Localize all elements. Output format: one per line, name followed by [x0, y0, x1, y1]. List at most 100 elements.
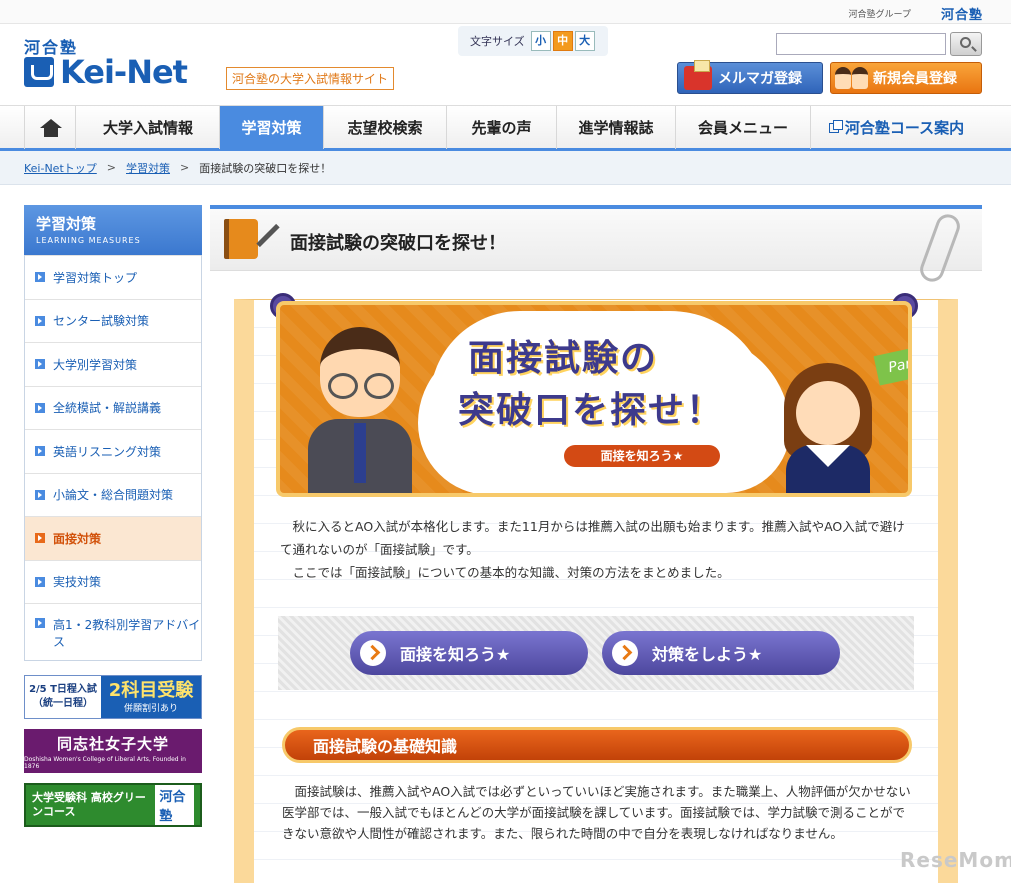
font-size-switcher: 文字サイズ 小 中 大	[458, 26, 608, 56]
watermark: ReseMom	[900, 848, 1011, 872]
arrow-right-icon	[35, 576, 45, 587]
breadcrumb-separator: >	[106, 161, 116, 174]
main-header: 面接試験の突破口を探せ！	[210, 209, 982, 285]
arrow-right-icon	[35, 533, 45, 544]
sidebar-title: 学習対策	[36, 215, 97, 233]
sidebar-item-study-top[interactable]: 学習対策トップ	[25, 255, 201, 299]
breadcrumb-current: 面接試験の突破口を探せ！	[199, 161, 332, 175]
arrow-right-icon	[35, 359, 45, 370]
banner-1-left: 2/5 T日程入試（統一日程）	[29, 684, 97, 709]
nav-item-magazine[interactable]: 進学情報誌	[557, 106, 676, 149]
banner-doshisha[interactable]: 同志社女子大学 Doshisha Women's College of Libe…	[24, 729, 202, 773]
group-label: 河合塾グループ	[848, 10, 911, 20]
banner-1-big: 2科目受験	[108, 679, 194, 701]
font-size-label: 文字サイズ	[470, 35, 525, 48]
banner-3-text: 大学受験科 高校グリーンコース	[32, 791, 146, 818]
breadcrumb-link-top[interactable]: Kei-Netトップ	[24, 160, 97, 176]
arrow-right-icon	[35, 446, 45, 457]
search-input[interactable]	[776, 33, 946, 55]
know-interview-label: 面接を知ろう★	[400, 645, 511, 664]
hero-title-line2: 突破口を探せ！	[458, 390, 725, 431]
know-interview-button[interactable]: 面接を知ろう★	[350, 631, 588, 675]
register-label: 新規会員登録	[873, 71, 957, 87]
banner-1-small: 併願割引あり	[123, 703, 178, 714]
mailbox-icon	[684, 60, 712, 90]
global-nav: 大学入試情報 学習対策 志望校検索 先輩の声 進学情報誌 会員メニュー 河合塾コ…	[0, 105, 1011, 151]
search-button[interactable]	[950, 32, 982, 56]
sidebar-item-essay[interactable]: 小論文・総合問題対策	[25, 472, 201, 516]
intro-text: 秋に入るとAO入試が本格化します。また11月からは推薦入試の出願も始まります。推…	[280, 515, 912, 584]
arrow-right-icon	[35, 618, 45, 628]
section-body: 面接試験は、推薦入試やAO入試では必ずといっていいほど実施されます。また職業上、…	[282, 784, 911, 841]
sidebar-item-subject-advice[interactable]: 高1・2教科別学習アドバイス	[25, 603, 201, 660]
sidebar-item-listening[interactable]: 英語リスニング対策	[25, 429, 201, 473]
main-content: 面接試験の突破口を探せ！ 面接試験の 突破口を探せ！ 面接を知ろう★ Part …	[210, 205, 982, 883]
breadcrumb-link-study[interactable]: 学習対策	[126, 160, 170, 176]
banner-2-sub: Doshisha Women's College of Liberal Arts…	[24, 755, 186, 770]
sidebar-item-mock-exam[interactable]: 全統模試・解説講義	[25, 385, 201, 429]
section-heading: 面接試験の基礎知識	[282, 727, 912, 763]
site-logo[interactable]: Kei-Net	[24, 52, 188, 92]
group-logo[interactable]: 河合塾	[941, 4, 983, 23]
hero-title-line1: 面接試験の	[468, 338, 659, 379]
sidebar-item-label: 面接対策	[53, 531, 102, 546]
sidebar-item-label: センター試験対策	[53, 314, 150, 329]
prepare-button[interactable]: 対策をしよう★	[602, 631, 840, 675]
sidebar-item-label: 小論文・総合問題対策	[53, 488, 174, 503]
banner-2-name: 同志社女子大学	[56, 734, 169, 753]
nav-item-senior-voices[interactable]: 先輩の声	[447, 106, 557, 149]
sidebar-item-label: 高1・2教科別学習アドバイス	[53, 618, 201, 649]
nav-item-member-menu[interactable]: 会員メニュー	[676, 106, 811, 149]
banner-3-logo: 河合塾	[155, 785, 194, 825]
sidebar-item-practical[interactable]: 実技対策	[25, 559, 201, 603]
sidebar-subtitle: LEARNING MEASURES	[36, 236, 141, 245]
site-tagline: 河合塾の大学入試情報サイト	[226, 67, 395, 90]
banner-green-course[interactable]: 大学受験科 高校グリーンコース 河合塾	[24, 783, 202, 827]
arrow-right-icon	[35, 489, 45, 500]
register-button[interactable]: 新規会員登録	[830, 62, 982, 94]
page-title: 面接試験の突破口を探せ！	[290, 233, 506, 254]
sidebar-item-label: 全統模試・解説講義	[53, 401, 162, 416]
sidebar-item-label: 学習対策トップ	[53, 270, 138, 285]
arrow-right-icon	[35, 272, 45, 283]
paperclip-icon	[916, 211, 964, 285]
sidebar-item-label: 実技対策	[53, 575, 102, 590]
external-link-icon	[828, 119, 843, 133]
book-logo-icon	[24, 57, 54, 87]
breadcrumb-separator: >	[180, 161, 190, 174]
font-size-large-button[interactable]: 大	[574, 31, 595, 51]
sidebar-item-university[interactable]: 大学別学習対策	[25, 342, 201, 386]
arrow-right-icon	[35, 402, 45, 413]
sidebar-header: 学習対策 LEARNING MEASURES	[24, 205, 202, 255]
arrow-right-icon	[612, 640, 638, 666]
course-guide-label: 河合塾コース案内	[844, 119, 965, 137]
nav-home[interactable]	[24, 106, 76, 149]
teacher-illustration	[308, 327, 414, 493]
intro-paragraph-2: ここでは「面接試験」についての基本的な知識、対策の方法をまとめました。	[292, 565, 730, 580]
student-illustration	[780, 363, 876, 493]
section-buttons: 面接を知ろう★ 対策をしよう★	[278, 616, 914, 690]
nav-item-admissions[interactable]: 大学入試情報	[77, 106, 220, 149]
font-size-small-button[interactable]: 小	[530, 31, 551, 51]
prepare-label: 対策をしよう★	[652, 645, 763, 664]
mail-magazine-label: メルマガ登録	[718, 71, 802, 87]
nav-item-course-guide[interactable]: 河合塾コース案内	[811, 106, 982, 149]
banner-1-right: 2科目受験 併願割引あり	[101, 676, 201, 718]
home-icon	[40, 119, 62, 137]
intro-paragraph-1: 秋に入るとAO入試が本格化します。また11月からは推薦入試の出願も始まります。推…	[280, 519, 905, 557]
banner-two-subject-exam[interactable]: 2/5 T日程入試（統一日程） 2科目受験 併願割引あり	[24, 675, 202, 719]
nav-item-school-search[interactable]: 志望校検索	[324, 106, 447, 149]
sidebar: 学習対策 LEARNING MEASURES 学習対策トップ センター試験対策 …	[24, 205, 202, 661]
sidebar-item-interview[interactable]: 面接対策	[25, 516, 201, 560]
nav-item-study[interactable]: 学習対策	[220, 106, 324, 149]
sidebar-item-label: 英語リスニング対策	[53, 444, 162, 459]
notebook-icon	[224, 219, 258, 259]
breadcrumb: Kei-Netトップ > 学習対策 > 面接試験の突破口を探せ！	[0, 151, 1011, 185]
search-icon	[960, 37, 971, 48]
sidebar-item-label: 大学別学習対策	[53, 357, 138, 372]
font-size-medium-button[interactable]: 中	[552, 31, 573, 51]
arrow-right-icon	[360, 640, 386, 666]
mail-magazine-button[interactable]: メルマガ登録	[677, 60, 823, 94]
sidebar-item-center-exam[interactable]: センター試験対策	[25, 298, 201, 342]
hero-pill: 面接を知ろう★	[564, 445, 720, 467]
